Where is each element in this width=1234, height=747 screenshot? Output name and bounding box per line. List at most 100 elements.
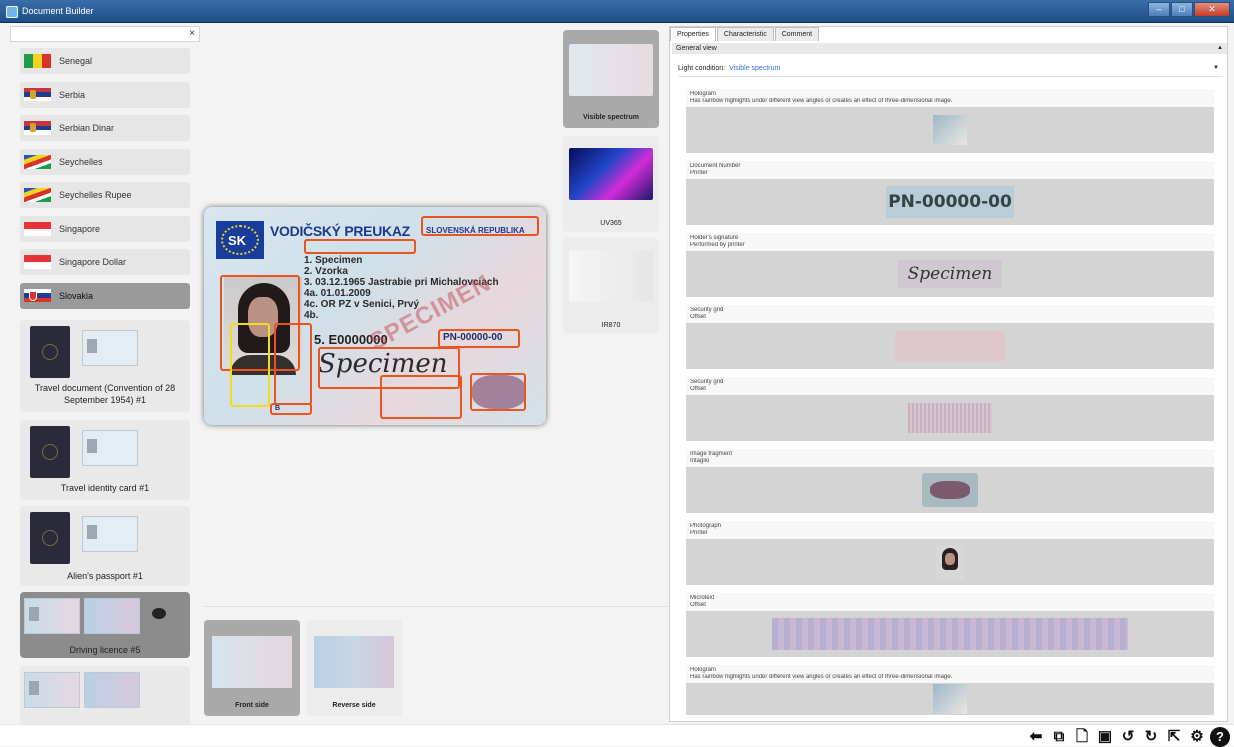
category-box[interactable]: B <box>270 403 312 415</box>
document-page-image <box>82 330 138 366</box>
window-title: Document Builder <box>22 6 94 16</box>
country-item-senegal[interactable]: Senegal <box>20 48 190 74</box>
feature-detail: Intaglio <box>690 458 710 464</box>
feature-item[interactable]: Hologram Has rainbow highlights under dif… <box>686 665 1214 715</box>
new-document-icon[interactable]: 🗋 <box>1072 727 1092 747</box>
feature-example <box>686 683 1214 715</box>
country-label: Serbian Dinar <box>59 123 115 133</box>
image-fragment-box[interactable] <box>470 373 526 411</box>
feature-item[interactable]: Hologram Has rainbow highlights under dif… <box>686 89 1214 153</box>
side-preview-image <box>212 636 292 688</box>
feature-header: Image fragment Intaglio <box>686 449 1214 467</box>
arrow-left-icon[interactable]: ⬅ <box>1026 727 1046 747</box>
document-item[interactable]: Driving licence #5 <box>20 592 190 658</box>
feature-header: Photograph Printer <box>686 521 1214 539</box>
help-icon[interactable]: ? <box>1210 727 1230 747</box>
document-page-image <box>82 430 138 466</box>
country-item-serbia[interactable]: Serbia <box>20 81 190 108</box>
side-reverse-side[interactable]: Reverse side <box>306 620 402 716</box>
collapse-icon[interactable]: ▲ <box>1217 43 1223 54</box>
settings-icon[interactable]: ⚙ <box>1187 727 1207 747</box>
tab-properties[interactable]: Properties <box>670 27 716 41</box>
feature-item[interactable]: Photograph Printer <box>686 521 1214 585</box>
spectrum-item-uv365[interactable]: UV365 <box>563 136 659 232</box>
light-condition-row[interactable]: Light condition: Visible spectrum ▼ <box>678 65 1223 77</box>
minimize-icon[interactable]: – <box>1148 2 1170 17</box>
feature-name: Security grid <box>690 379 724 385</box>
document-number-box[interactable]: PN-00000-00 <box>438 329 520 348</box>
spectrum-preview-image <box>569 148 653 200</box>
country-label: Seychelles <box>59 156 103 167</box>
feature-detail: Printer <box>690 530 708 536</box>
feature-example-image <box>933 115 967 145</box>
spectrum-item-visible-spectrum[interactable]: Visible spectrum <box>563 30 659 128</box>
feature-detail: Has rainbow highlights under different v… <box>690 674 953 680</box>
maximize-icon[interactable]: □ <box>1171 2 1193 17</box>
country-item-slovakia[interactable]: Slovakia <box>20 282 190 309</box>
ghost-image-box[interactable] <box>230 323 270 407</box>
feature-example-image: PN-00000-00 <box>886 186 1014 218</box>
undo-icon[interactable]: ↺ <box>1118 727 1138 747</box>
security-grid-box[interactable] <box>274 323 312 405</box>
feature-item[interactable]: Image fragment Intaglio <box>686 449 1214 513</box>
feature-item[interactable]: Holder's signature Performed by printer Sp… <box>686 233 1214 297</box>
feature-item[interactable]: Security grid Offset <box>686 377 1214 441</box>
feature-header: Microtext Offset <box>686 593 1214 611</box>
feature-name: Image fragment <box>690 451 733 457</box>
tab-comment[interactable]: Comment <box>774 27 820 41</box>
comment-icon[interactable] <box>152 608 166 619</box>
feature-item[interactable]: Security grid Offset <box>686 305 1214 369</box>
document-item[interactable]: Alien's passport #1 <box>20 506 190 586</box>
side-front-side[interactable]: Front side <box>204 620 300 716</box>
side-label: Reverse side <box>332 702 376 709</box>
document-item[interactable]: Travel identity card #1 <box>20 420 190 500</box>
document-back-image <box>84 598 140 634</box>
feature-item[interactable]: Microtext Offset <box>686 593 1214 657</box>
feature-example-image <box>895 331 1005 361</box>
close-icon[interactable]: ✕ <box>1194 2 1230 17</box>
microtext-box[interactable] <box>380 375 462 419</box>
clear-search-icon[interactable]: × <box>189 28 195 39</box>
feature-example <box>686 107 1214 153</box>
document-item[interactable] <box>20 666 190 724</box>
spectrum-preview-image <box>569 250 653 302</box>
feature-detail: Has rainbow highlights under different v… <box>690 98 953 104</box>
image-icon[interactable]: ▣ <box>1095 727 1115 747</box>
document-item[interactable]: Travel document (Convention of 28 Septem… <box>20 320 190 412</box>
light-condition-value: Visible spectrum <box>729 65 781 72</box>
country-item-seychelles[interactable]: Seychelles <box>20 148 190 175</box>
document-item-label: Travel identity card #1 <box>60 483 150 493</box>
feature-detail: Offset <box>690 314 706 320</box>
hologram-region-box[interactable] <box>421 216 539 236</box>
tab-characteristic[interactable]: Characteristic <box>716 27 774 41</box>
document-cover-image <box>30 512 70 564</box>
name-region-box[interactable] <box>304 239 416 254</box>
country-item-seychelles[interactable]: Seychelles Rupee <box>20 182 190 208</box>
feature-example-image <box>922 473 978 507</box>
document-card-image[interactable]: SK VODIČSKÝ PREUKAZ SLOVENSKÁ REPUBLIKA … <box>204 207 546 425</box>
country-item-singapore[interactable]: Singapore <box>20 215 190 242</box>
dropdown-icon[interactable]: ▼ <box>1213 65 1219 71</box>
title-bar: Document Builder – □ ✕ <box>0 0 1234 23</box>
feature-example <box>686 467 1214 513</box>
export-icon[interactable]: ⇱ <box>1164 727 1184 747</box>
feature-item[interactable]: Document Number Printer PN-00000-00 <box>686 161 1214 225</box>
country-item-serbia[interactable]: Serbian Dinar <box>20 115 190 141</box>
singapore-flag-icon <box>24 221 51 236</box>
feature-detail: Offset <box>690 386 706 392</box>
document-cover-image <box>30 426 70 478</box>
feature-detail: Offset <box>690 602 706 608</box>
country-item-singapore[interactable]: Singapore Dollar <box>20 249 190 275</box>
redo-icon[interactable]: ↻ <box>1141 727 1161 747</box>
search-input[interactable]: × <box>10 26 200 42</box>
eu-emblem: SK <box>216 221 264 259</box>
feature-header: Holder's signature Performed by printer <box>686 233 1214 251</box>
spectrum-item-ir870[interactable]: IR870 <box>563 238 659 334</box>
section-header[interactable]: General view ▲ <box>672 43 1227 54</box>
document-front-image <box>24 672 80 708</box>
card-title: VODIČSKÝ PREUKAZ <box>270 223 410 239</box>
spectrum-label: IR870 <box>601 322 621 329</box>
document-frame-icon[interactable]: ⧉ <box>1049 727 1069 747</box>
country-label: Seychelles Rupee <box>59 190 132 200</box>
feature-detail: Performed by printer <box>690 242 745 248</box>
